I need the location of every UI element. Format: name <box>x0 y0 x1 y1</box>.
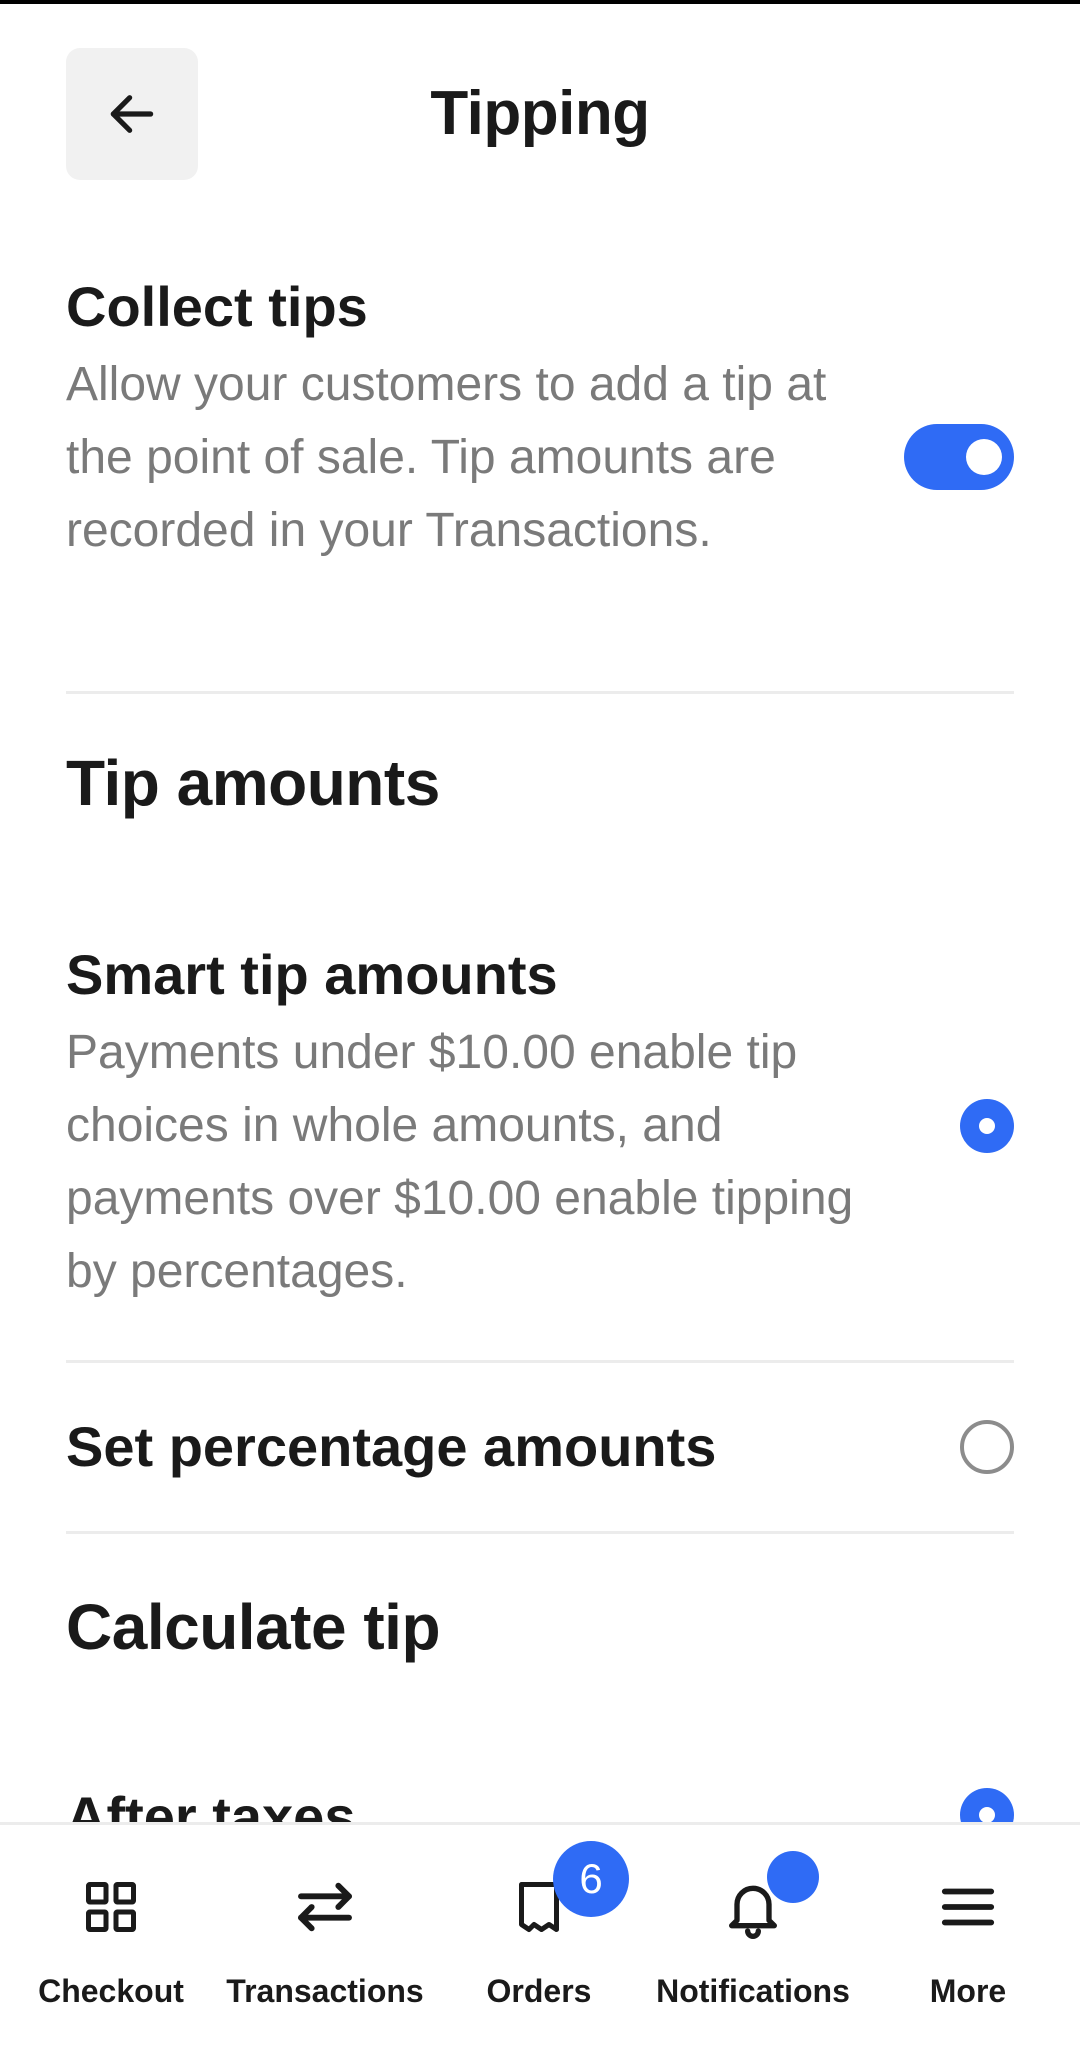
tab-label: Orders <box>486 1973 592 2009</box>
radio-dot <box>979 1807 995 1822</box>
toggle-knob <box>966 439 1002 475</box>
tab-label: Transactions <box>226 1973 424 2009</box>
set-percentage-amounts-title: Set percentage amounts <box>66 1415 717 1478</box>
tab-icon-wrap <box>717 1851 819 1943</box>
tip-amounts-heading: Tip amounts <box>66 747 440 819</box>
tab-icon-wrap <box>289 1871 361 1943</box>
set-percentage-amounts-radio[interactable] <box>960 1420 1014 1474</box>
orders-badge: 6 <box>553 1841 629 1917</box>
collect-tips-title: Collect tips <box>66 275 368 338</box>
tab-more[interactable]: More <box>856 1825 1080 2065</box>
calculate-tip-heading: Calculate tip <box>66 1591 441 1663</box>
divider <box>66 691 1014 694</box>
divider <box>66 1531 1014 1534</box>
smart-tip-amounts-title: Smart tip amounts <box>66 943 558 1006</box>
tab-orders[interactable]: 6 Orders <box>428 1825 650 2065</box>
radio-dot <box>979 1118 995 1134</box>
tab-icon-wrap <box>75 1871 147 1943</box>
tab-label: Notifications <box>656 1973 850 2009</box>
tab-transactions[interactable]: Transactions <box>222 1825 428 2065</box>
scroll-content[interactable]: Tipping Collect tips Allow your customer… <box>0 0 1080 1822</box>
after-taxes-title: After taxes <box>66 1785 356 1822</box>
collect-tips-description: Allow your customers to add a tip at the… <box>66 357 827 557</box>
tab-checkout[interactable]: Checkout <box>0 1825 222 2065</box>
collect-tips-row[interactable]: Collect tips Allow your customers to add… <box>66 276 1014 567</box>
collect-tips-toggle[interactable] <box>904 424 1014 490</box>
smart-tip-amounts-option[interactable]: Smart tip amounts Payments under $10.00 … <box>66 944 1014 1308</box>
smart-tip-amounts-description: Payments under $10.00 enable tip choices… <box>66 1025 854 1298</box>
divider <box>66 1360 1014 1363</box>
tab-icon-wrap: 6 <box>503 1841 629 1943</box>
bottom-tab-bar: Checkout Transactions 6 Orders Notificat… <box>0 1822 1080 2065</box>
grid-icon <box>86 1882 136 1932</box>
tab-label: More <box>929 1973 1007 2009</box>
tab-notifications[interactable]: Notifications <box>650 1825 856 2065</box>
notifications-dot <box>767 1851 819 1903</box>
tab-label: Checkout <box>38 1973 184 2009</box>
tab-icon-wrap <box>932 1871 1004 1943</box>
smart-tip-amounts-radio[interactable] <box>960 1099 1014 1153</box>
set-percentage-amounts-option[interactable]: Set percentage amounts <box>66 1364 1014 1532</box>
swap-arrows-icon <box>298 1882 352 1932</box>
after-taxes-option[interactable]: After taxes <box>66 1786 1014 1822</box>
menu-icon <box>941 1888 995 1926</box>
